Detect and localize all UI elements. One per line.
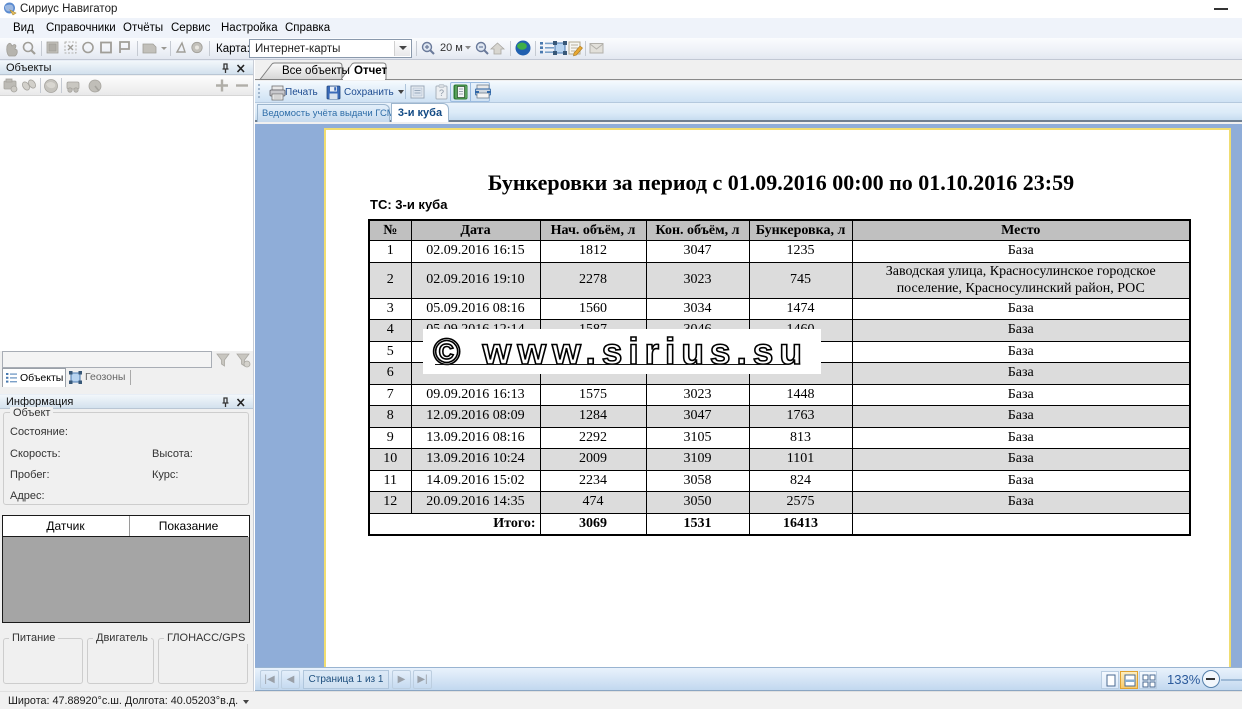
svg-text:20 м: 20 м: [440, 42, 463, 54]
svg-text:?: ?: [439, 88, 444, 98]
